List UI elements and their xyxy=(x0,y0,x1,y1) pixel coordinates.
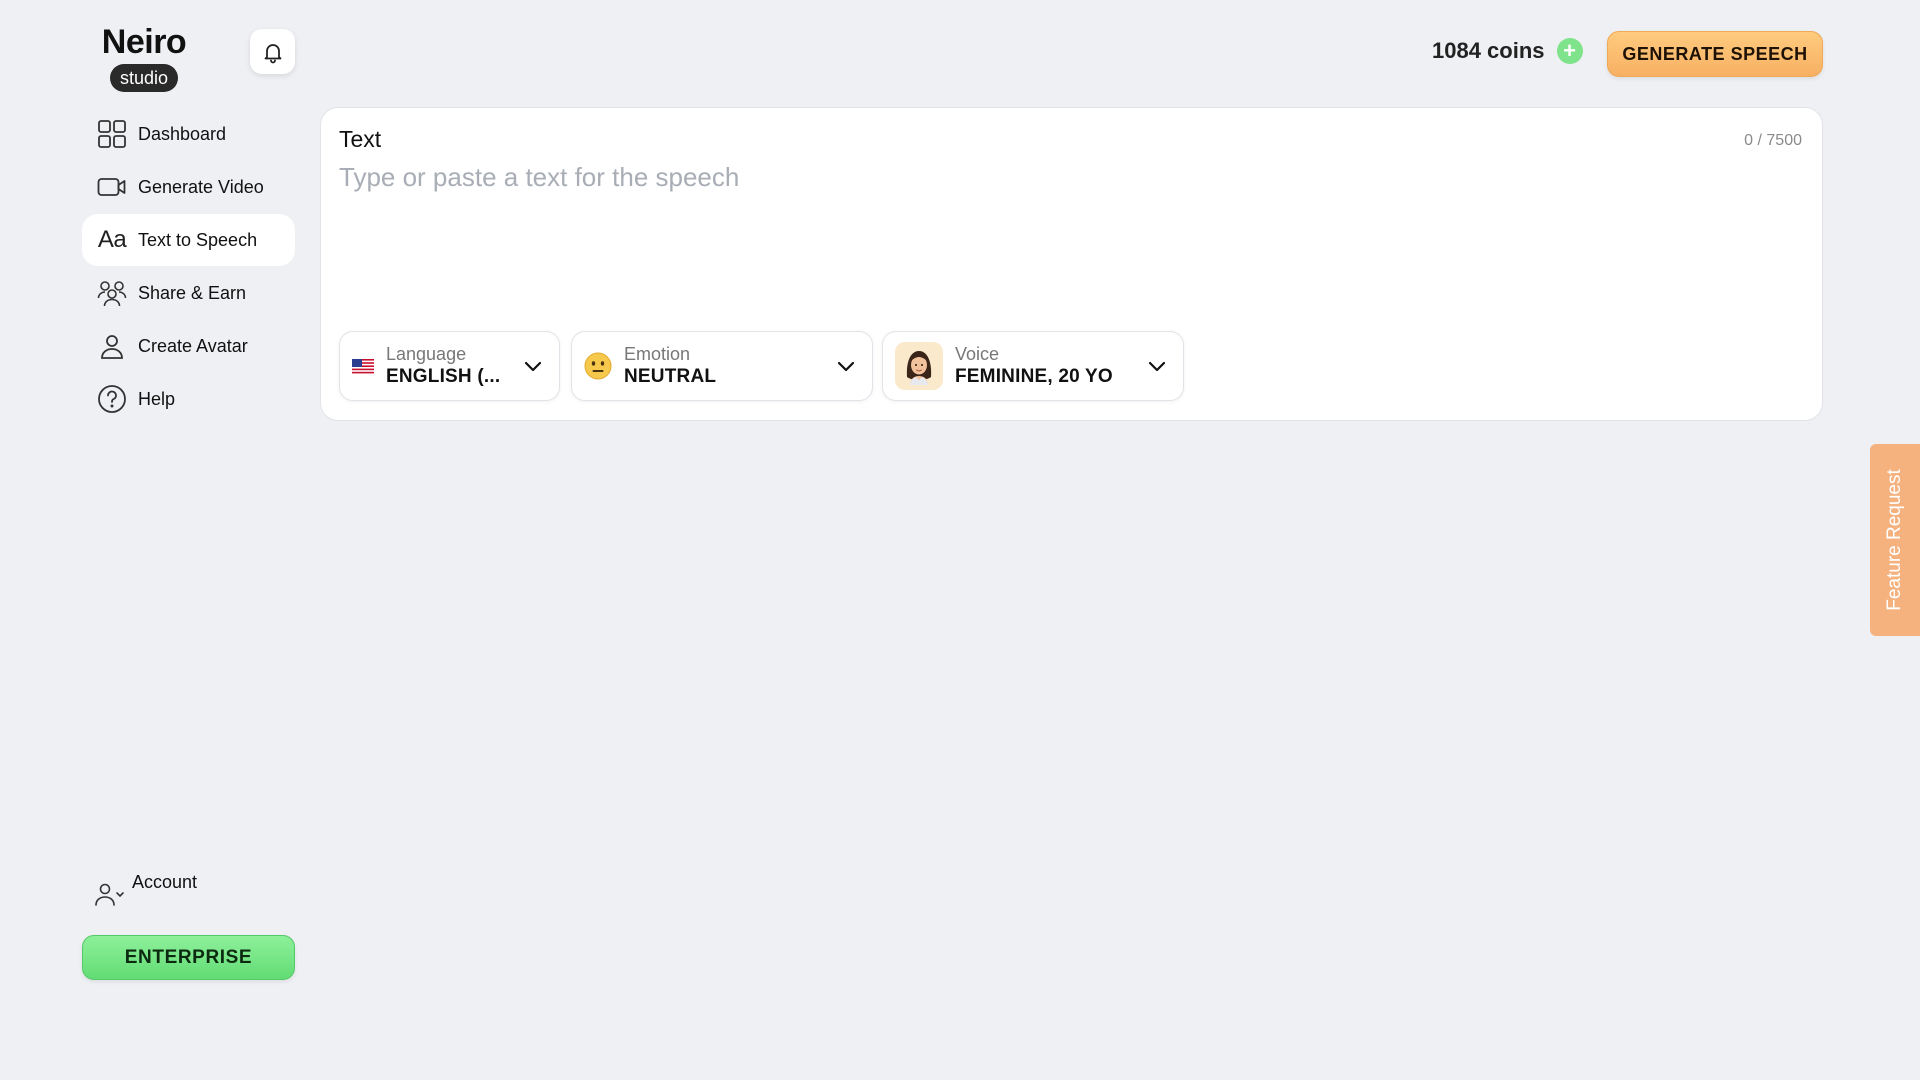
voice-avatar xyxy=(895,342,943,390)
sidebar-nav: Dashboard Generate Video Aa Text to Spee… xyxy=(82,108,295,426)
voice-dropdown[interactable]: Voice FEMININE, 20 YO xyxy=(882,331,1184,401)
dashboard-grid-icon xyxy=(96,118,128,150)
emotion-dropdown[interactable]: Emotion NEUTRAL xyxy=(571,331,873,401)
help-circle-icon xyxy=(96,383,128,415)
sidebar-item-label: Generate Video xyxy=(138,176,264,197)
coins-label: 1084 coins xyxy=(1432,38,1545,63)
sidebar-item-generate-video[interactable]: Generate Video xyxy=(82,161,295,213)
sidebar-item-text-to-speech[interactable]: Aa Text to Speech xyxy=(82,214,295,266)
feature-request-label: Feature Request xyxy=(1884,469,1905,611)
chevron-down-icon xyxy=(834,354,858,378)
voice-value: FEMININE, 20 YO xyxy=(955,366,1113,387)
enterprise-button[interactable]: ENTERPRISE xyxy=(82,935,295,980)
character-counter: 0 / 7500 xyxy=(1744,132,1802,149)
coins-balance: 1084 coins + xyxy=(1432,38,1583,64)
emotion-label: Emotion xyxy=(624,344,691,364)
bell-icon xyxy=(264,43,281,63)
sidebar-item-dashboard[interactable]: Dashboard xyxy=(82,108,295,160)
language-value: ENGLISH (... xyxy=(386,366,501,387)
logo-badge: studio xyxy=(109,64,179,92)
female-avatar-icon xyxy=(895,342,943,390)
text-aa-glyph: Aa xyxy=(97,226,127,253)
logo-name: Neiro xyxy=(101,23,187,61)
us-flag-icon xyxy=(352,358,374,374)
language-dropdown[interactable]: Language ENGLISH (... xyxy=(339,331,560,401)
sidebar-item-share-earn[interactable]: Share & Earn xyxy=(82,267,295,319)
logo[interactable]: Neiro studio xyxy=(99,22,189,92)
text-aa-icon: Aa xyxy=(96,224,128,256)
notifications-button[interactable] xyxy=(250,29,295,74)
neutral-face-icon xyxy=(584,352,612,380)
sidebar-item-label: Text to Speech xyxy=(138,229,258,250)
language-label: Language xyxy=(386,344,467,364)
add-coins-button[interactable]: + xyxy=(1556,38,1583,64)
sidebar-item-help[interactable]: Help xyxy=(82,373,295,425)
chevron-down-icon xyxy=(1145,354,1169,378)
emotion-value: NEUTRAL xyxy=(624,366,717,387)
video-camera-icon xyxy=(96,171,128,203)
speech-text-input[interactable] xyxy=(339,162,1799,302)
sidebar-item-label: Help xyxy=(138,388,176,409)
sidebar-item-label: Dashboard xyxy=(138,123,227,144)
users-group-icon xyxy=(96,277,128,309)
account-menu[interactable]: Account xyxy=(94,872,197,910)
account-label: Account xyxy=(132,872,198,892)
sidebar-item-create-avatar[interactable]: Create Avatar xyxy=(82,320,295,372)
chevron-down-icon xyxy=(521,354,545,378)
sidebar-item-label: Create Avatar xyxy=(138,335,248,356)
voice-label: Voice xyxy=(955,344,1000,364)
user-icon xyxy=(96,330,128,362)
editor-title: Text xyxy=(339,126,382,152)
app-root: Neiro studio Dashboard Generate Video Aa… xyxy=(0,0,1920,1080)
generate-speech-button[interactable]: GENERATE SPEECH xyxy=(1607,31,1823,77)
user-chevron-icon xyxy=(94,878,126,910)
text-editor-card: Text 0 / 7500 Language ENGLISH (... xyxy=(320,107,1823,421)
sidebar-item-label: Share & Earn xyxy=(138,282,247,303)
feature-request-tab[interactable]: Feature Request xyxy=(1870,444,1920,636)
